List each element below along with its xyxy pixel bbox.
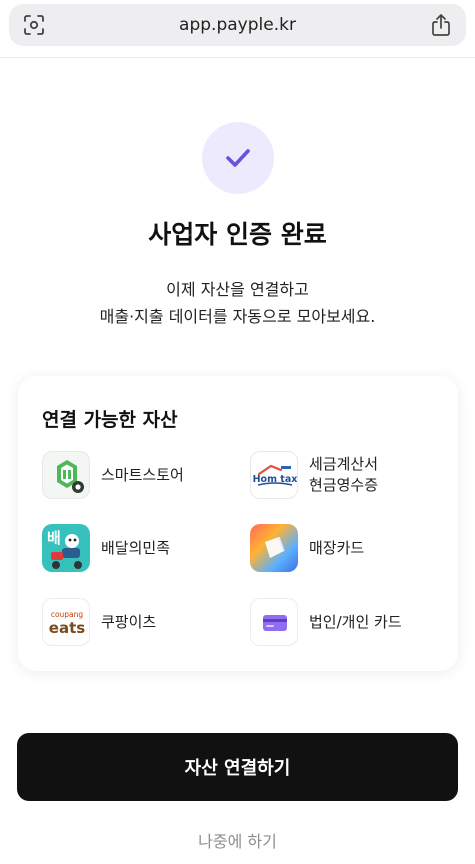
available-assets-card: 연결 가능한 자산 스마트스토어 Hom tax 세금계산서 현금영수증 배 배… xyxy=(18,376,458,671)
later-button[interactable]: 나중에 하기 xyxy=(0,828,475,852)
connect-assets-button[interactable]: 자산 연결하기 xyxy=(17,733,458,801)
coupang-logo-main: eats xyxy=(49,619,85,637)
asset-label: 배달의민족 xyxy=(101,538,171,557)
asset-credit-card: 법인/개인 카드 xyxy=(250,598,402,646)
asset-store-card: 매장카드 xyxy=(250,524,364,572)
asset-label-line2: 현금영수증 xyxy=(309,476,379,494)
baemin-logo-text: 배 xyxy=(47,529,61,547)
card-title: 연결 가능한 자산 xyxy=(42,409,178,431)
asset-label: 쿠팡이츠 xyxy=(101,612,157,631)
asset-hometax: Hom tax 세금계산서 현금영수증 xyxy=(250,451,378,499)
success-badge xyxy=(202,122,274,194)
page-title: 사업자 인증 완료 xyxy=(148,220,327,249)
credit-card-icon xyxy=(250,598,298,646)
asset-baemin: 배 배달의민족 xyxy=(42,524,170,572)
asset-label: 세금계산서 현금영수증 xyxy=(309,454,378,496)
asset-smartstore: 스마트스토어 xyxy=(42,451,184,499)
asset-label: 스마트스토어 xyxy=(101,465,184,484)
description-line-2: 매출·지출 데이터를 자동으로 모아보세요. xyxy=(99,307,376,326)
check-icon xyxy=(226,149,250,167)
asset-label: 법인/개인 카드 xyxy=(309,612,402,631)
baemin-icon: 배 xyxy=(42,524,90,572)
browser-bar: app.payple.kr xyxy=(0,0,475,58)
store-card-icon xyxy=(250,524,298,572)
asset-label: 매장카드 xyxy=(309,538,365,557)
asset-coupang-eats: coupang eats 쿠팡이츠 xyxy=(42,598,156,646)
url-text[interactable]: app.payple.kr xyxy=(9,4,466,46)
coupang-eats-icon: coupang eats xyxy=(42,598,90,646)
hometax-icon: Hom tax xyxy=(250,451,298,499)
coupang-logo-top: coupang xyxy=(51,610,84,619)
share-icon[interactable] xyxy=(430,13,452,37)
asset-label-line1: 세금계산서 xyxy=(309,455,379,473)
address-bar[interactable]: app.payple.kr xyxy=(9,4,466,46)
smartstore-icon xyxy=(42,451,90,499)
description-line-1: 이제 자산을 연결하고 xyxy=(166,280,309,299)
